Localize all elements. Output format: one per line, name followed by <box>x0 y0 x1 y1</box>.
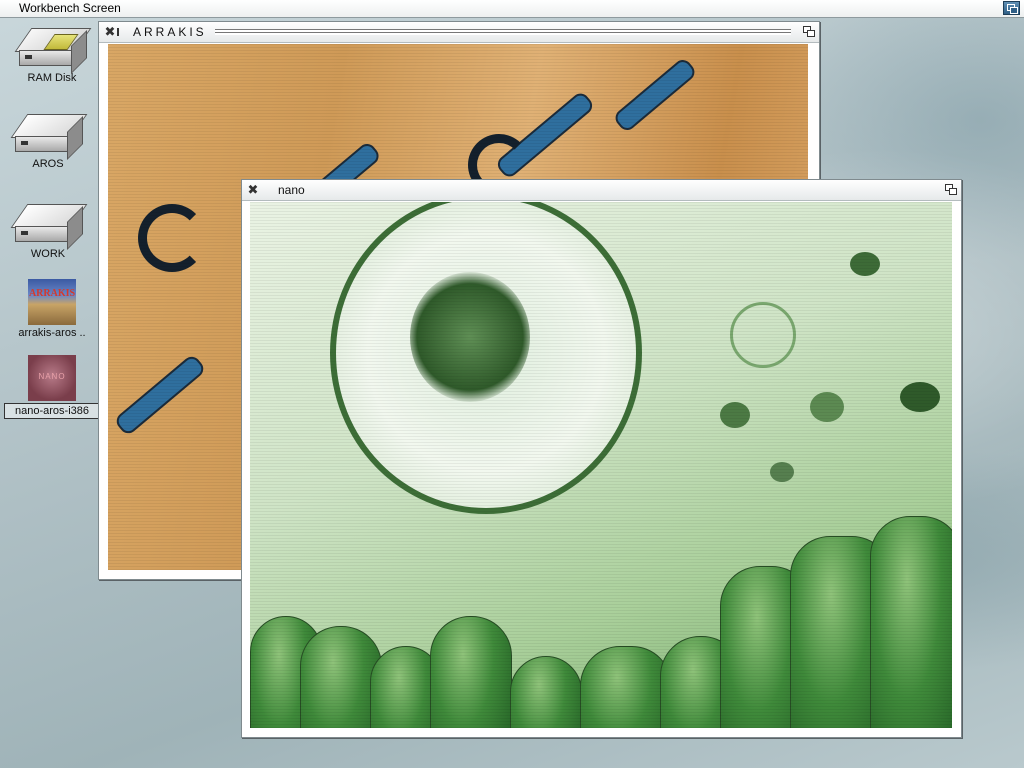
desktop-icon-nano-aros[interactable]: NANO nano-aros-i386 <box>4 355 100 419</box>
nano-titlebar[interactable]: ✖ nano <box>242 180 961 201</box>
arrakis-titlebar[interactable]: ✖ ARRAKIS <box>99 22 819 43</box>
drag-bar[interactable] <box>215 29 791 35</box>
nano-window[interactable]: ✖ nano <box>241 179 962 738</box>
nano-thumbnail-icon: NANO <box>28 355 76 401</box>
desktop-icon-label: WORK <box>30 248 66 260</box>
screen-depth-gadget-icon[interactable] <box>1003 1 1020 15</box>
close-icon[interactable]: ✖ <box>246 183 260 197</box>
desktop-icon-label: RAM Disk <box>27 72 77 84</box>
arrakis-thumbnail-text: ARRAKIS <box>28 288 76 299</box>
window-title: nano <box>278 183 305 197</box>
depth-icon[interactable] <box>803 26 815 37</box>
arrakis-thumbnail-icon: ARRAKIS <box>28 279 76 325</box>
hard-drive-icon <box>10 110 88 160</box>
screen-title-bar[interactable]: Workbench Screen <box>0 0 1024 18</box>
screen-title: Workbench Screen <box>19 1 121 15</box>
desktop-icon-label: nano-aros-i386 <box>4 403 100 419</box>
nano-thumbnail-text: NANO <box>38 372 66 381</box>
nano-image <box>250 202 952 728</box>
desktop-icon-label: AROS <box>32 158 64 170</box>
desktop-icon-label: arrakis-aros .. <box>18 327 86 339</box>
iconify-icon[interactable] <box>117 28 125 36</box>
desktop-icon-arrakis-aros[interactable]: ARRAKIS arrakis-aros .. <box>4 279 100 339</box>
desktop-icon-aros[interactable]: AROS <box>0 110 96 170</box>
desktop-icon-ram-disk[interactable]: RAM Disk <box>4 24 100 84</box>
window-title: ARRAKIS <box>133 25 207 39</box>
desktop-icon-work[interactable]: WORK <box>0 200 96 260</box>
close-icon[interactable]: ✖ <box>103 25 117 39</box>
hard-drive-icon <box>10 200 88 250</box>
depth-icon[interactable] <box>945 184 957 195</box>
ram-disk-icon <box>14 24 92 74</box>
